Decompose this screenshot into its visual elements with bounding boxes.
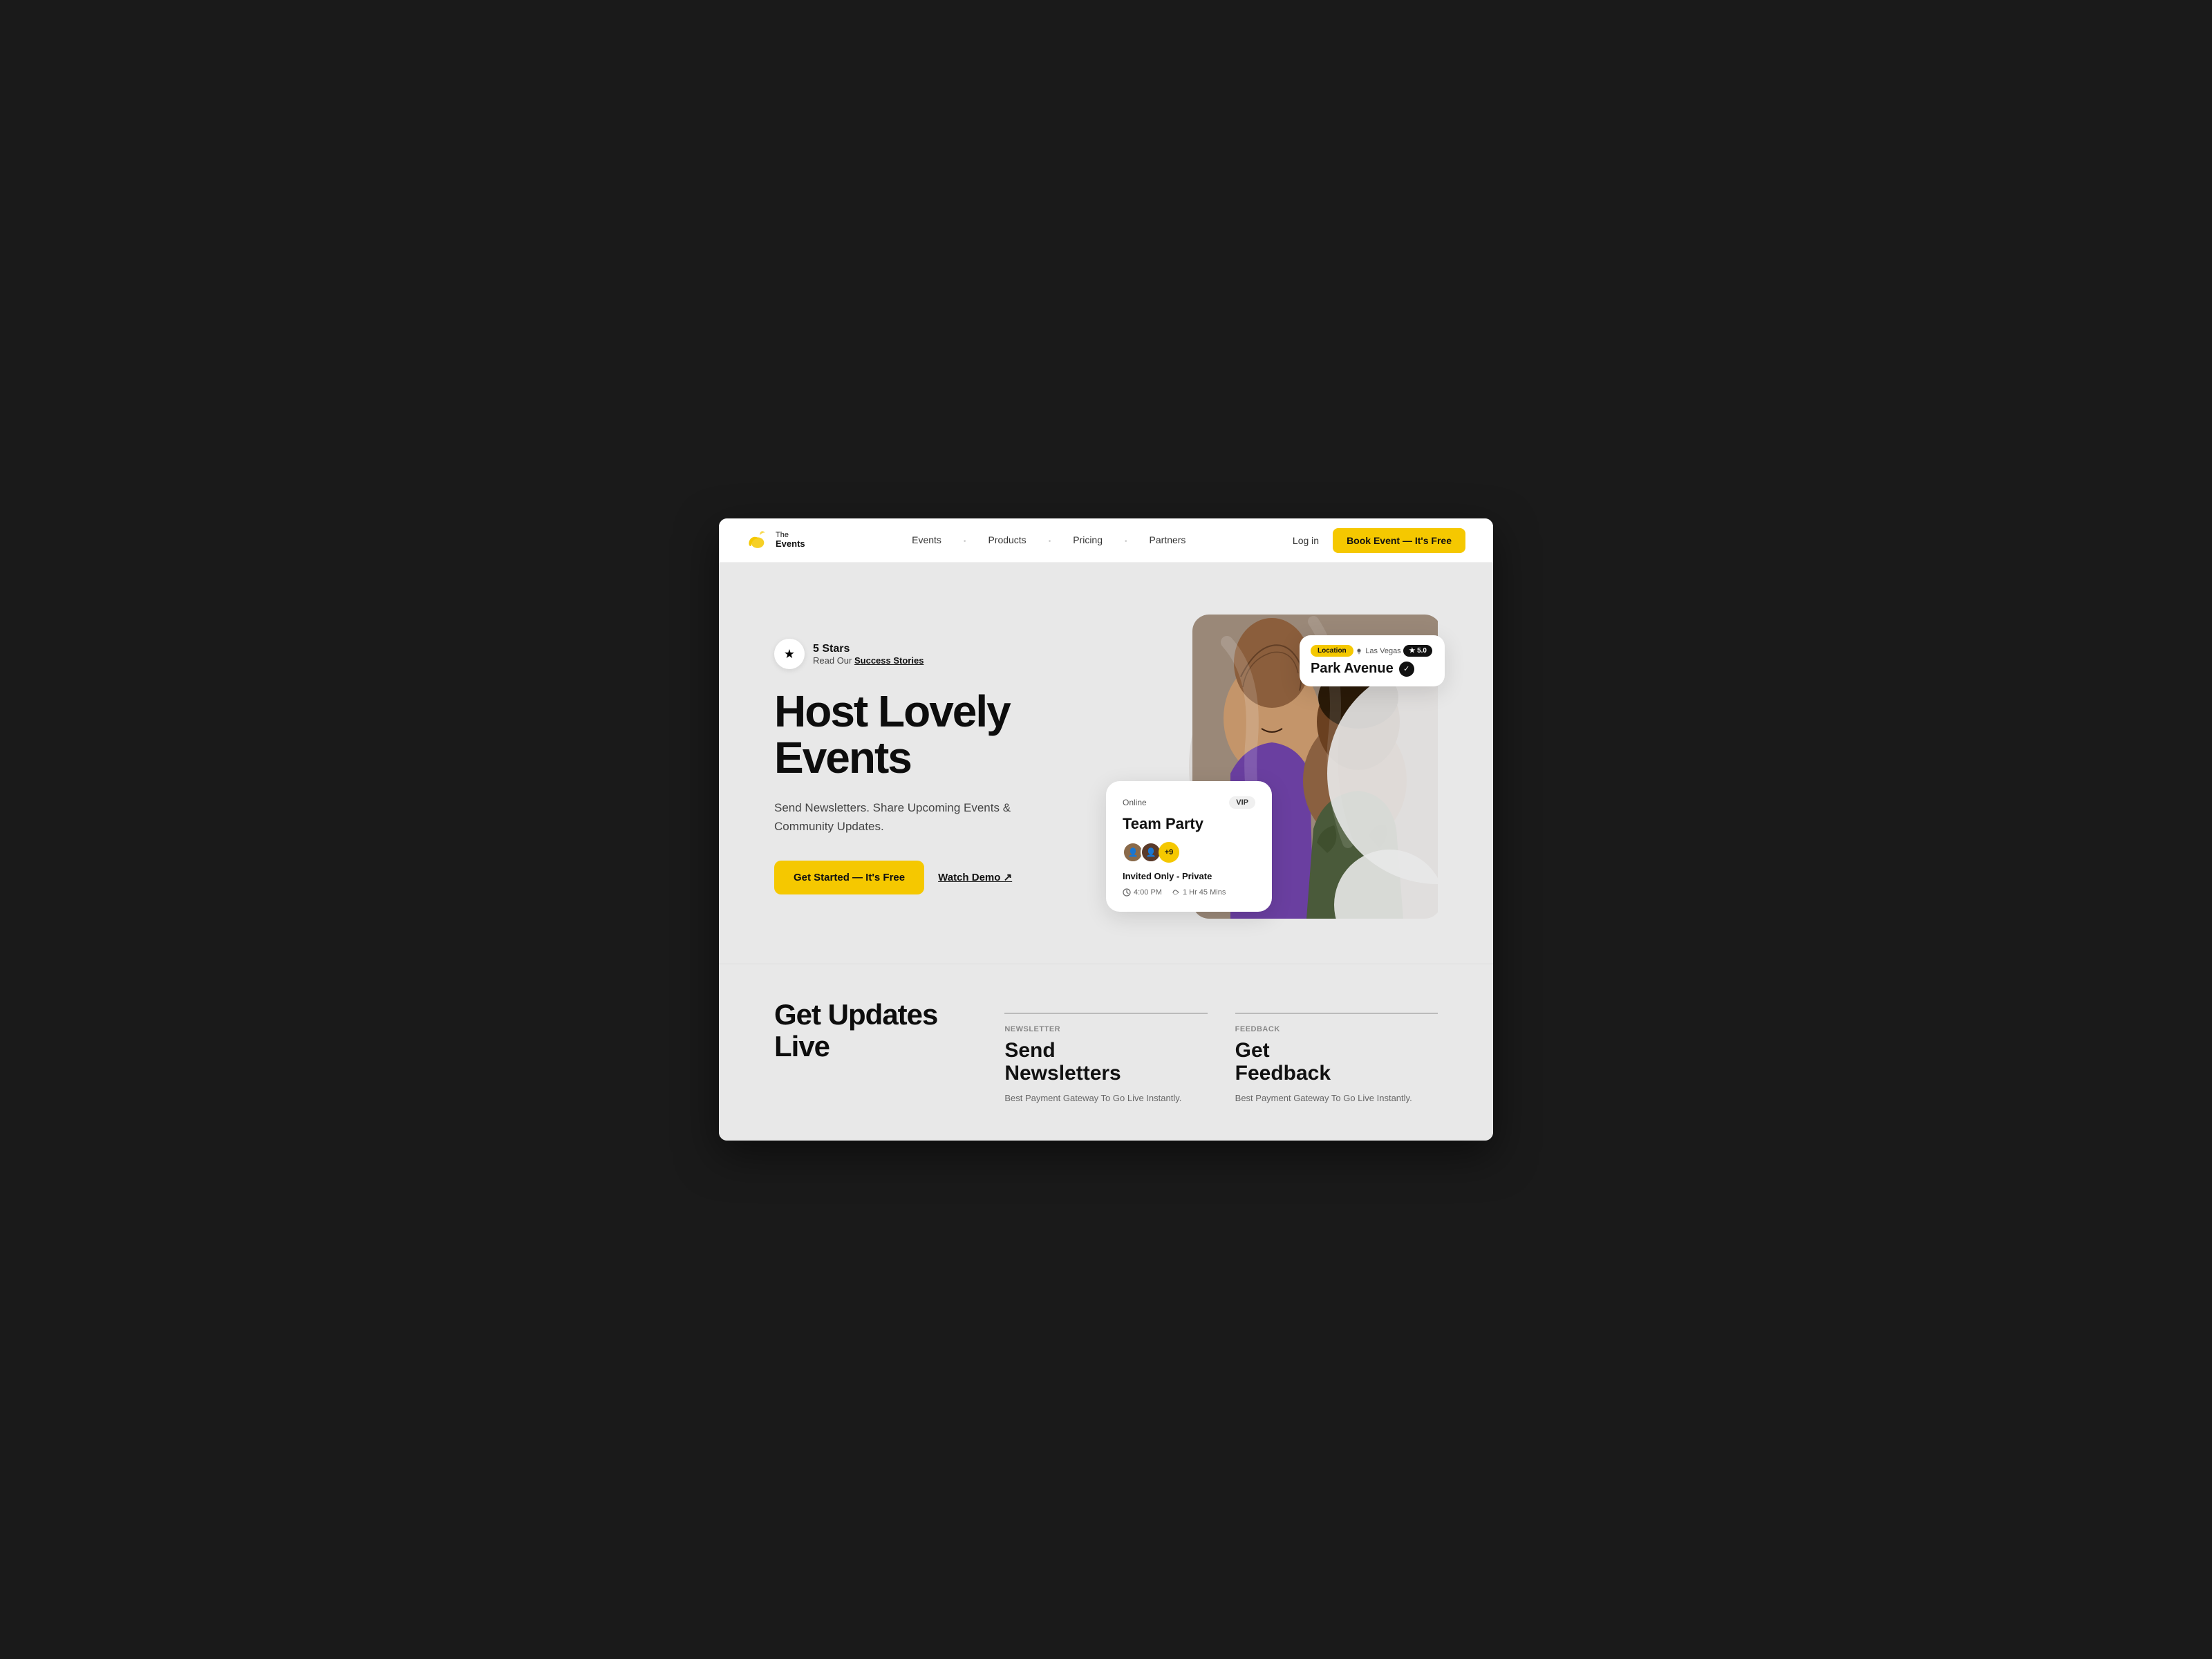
newsletter-divider xyxy=(1004,1013,1207,1014)
pin-icon xyxy=(1356,648,1362,655)
nav-right: Log in Book Event — It's Free xyxy=(1293,528,1465,553)
nav-products[interactable]: Products xyxy=(988,534,1026,545)
feedback-label: Feedback xyxy=(1235,1025,1438,1033)
rating-badge: ★ 5.0 xyxy=(1403,645,1432,657)
feedback-divider xyxy=(1235,1013,1438,1014)
nav-links: Events • Products • Pricing • Partners xyxy=(912,534,1185,547)
card-time: 4:00 PM xyxy=(1123,888,1162,897)
vip-badge: VIP xyxy=(1229,796,1255,809)
feature-feedback: Feedback Get Feedback Best Payment Gatew… xyxy=(1235,999,1438,1106)
hero-left: ★ 5 Stars Read Our Success Stories Host … xyxy=(774,639,1092,894)
nav-events[interactable]: Events xyxy=(912,534,941,545)
card-event-title: Team Party xyxy=(1123,816,1255,832)
feature-newsletter: Newsletter Send Newsletters Best Payment… xyxy=(1004,999,1207,1106)
online-badge: Online xyxy=(1123,798,1147,807)
location-name-row: Park Avenue ✓ xyxy=(1311,661,1432,677)
hero-title: Host Lovely Events xyxy=(774,688,1092,781)
feedback-title: Get Feedback xyxy=(1235,1039,1438,1085)
card-duration: 1 Hr 45 Mins xyxy=(1172,888,1226,897)
duration-icon xyxy=(1172,888,1180,897)
location-top: Location Las Vegas ★ 5.0 xyxy=(1311,645,1432,657)
nav-partners[interactable]: Partners xyxy=(1150,534,1186,545)
hero-actions: Get Started — It's Free Watch Demo ↗ xyxy=(774,861,1092,894)
location-city: Las Vegas xyxy=(1356,647,1400,655)
newsletter-label: Newsletter xyxy=(1004,1025,1207,1033)
nav-dot-3: • xyxy=(1125,538,1127,545)
stars-text: 5 Stars Read Our Success Stories xyxy=(813,643,924,666)
login-button[interactable]: Log in xyxy=(1293,535,1319,546)
event-card: Online VIP Team Party 👤 👤 +9 Invited Onl… xyxy=(1106,781,1272,912)
card-private-label: Invited Only - Private xyxy=(1123,871,1255,881)
star-icon: ★ xyxy=(774,639,805,669)
success-stories-link[interactable]: Success Stories xyxy=(854,655,924,666)
clock-icon xyxy=(1123,888,1131,897)
bottom-section: Get Updates Live Newsletter Send Newslet… xyxy=(719,964,1493,1141)
hero-section: ★ 5 Stars Read Our Success Stories Host … xyxy=(719,563,1493,964)
feedback-desc: Best Payment Gateway To Go Live Instantl… xyxy=(1235,1091,1438,1106)
card-meta: 4:00 PM 1 Hr 45 Mins xyxy=(1123,888,1255,897)
logo-icon xyxy=(747,531,769,550)
watch-demo-button[interactable]: Watch Demo ↗ xyxy=(938,871,1012,883)
check-icon: ✓ xyxy=(1399,662,1414,677)
hero-subtitle: Send Newsletters. Share Upcoming Events … xyxy=(774,798,1037,836)
book-event-button[interactable]: Book Event — It's Free xyxy=(1333,528,1465,553)
nav-dot-1: • xyxy=(964,538,966,545)
newsletter-title: Send Newsletters xyxy=(1004,1039,1207,1085)
get-started-button[interactable]: Get Started — It's Free xyxy=(774,861,924,894)
card-avatars: 👤 👤 +9 xyxy=(1123,842,1255,863)
newsletter-desc: Best Payment Gateway To Go Live Instantl… xyxy=(1004,1091,1207,1106)
location-name: Park Avenue xyxy=(1311,661,1394,677)
section-title-block: Get Updates Live xyxy=(774,999,977,1062)
avatar-plus-count: +9 xyxy=(1159,842,1179,863)
hero-right: Location Las Vegas ★ 5.0 Park Avenue ✓ O… xyxy=(1120,608,1438,926)
nav-pricing[interactable]: Pricing xyxy=(1073,534,1103,545)
logo[interactable]: The Events xyxy=(747,531,805,550)
logo-text: The Events xyxy=(776,531,805,549)
card-top-row: Online VIP xyxy=(1123,796,1255,809)
nav-dot-2: • xyxy=(1049,538,1051,545)
section-title: Get Updates Live xyxy=(774,999,977,1062)
location-card: Location Las Vegas ★ 5.0 Park Avenue ✓ xyxy=(1300,635,1445,686)
navbar: The Events Events • Products • Pricing •… xyxy=(719,518,1493,563)
browser-window: The Events Events • Products • Pricing •… xyxy=(719,518,1493,1141)
location-label: Location xyxy=(1311,645,1353,657)
stars-badge: ★ 5 Stars Read Our Success Stories xyxy=(774,639,1092,669)
